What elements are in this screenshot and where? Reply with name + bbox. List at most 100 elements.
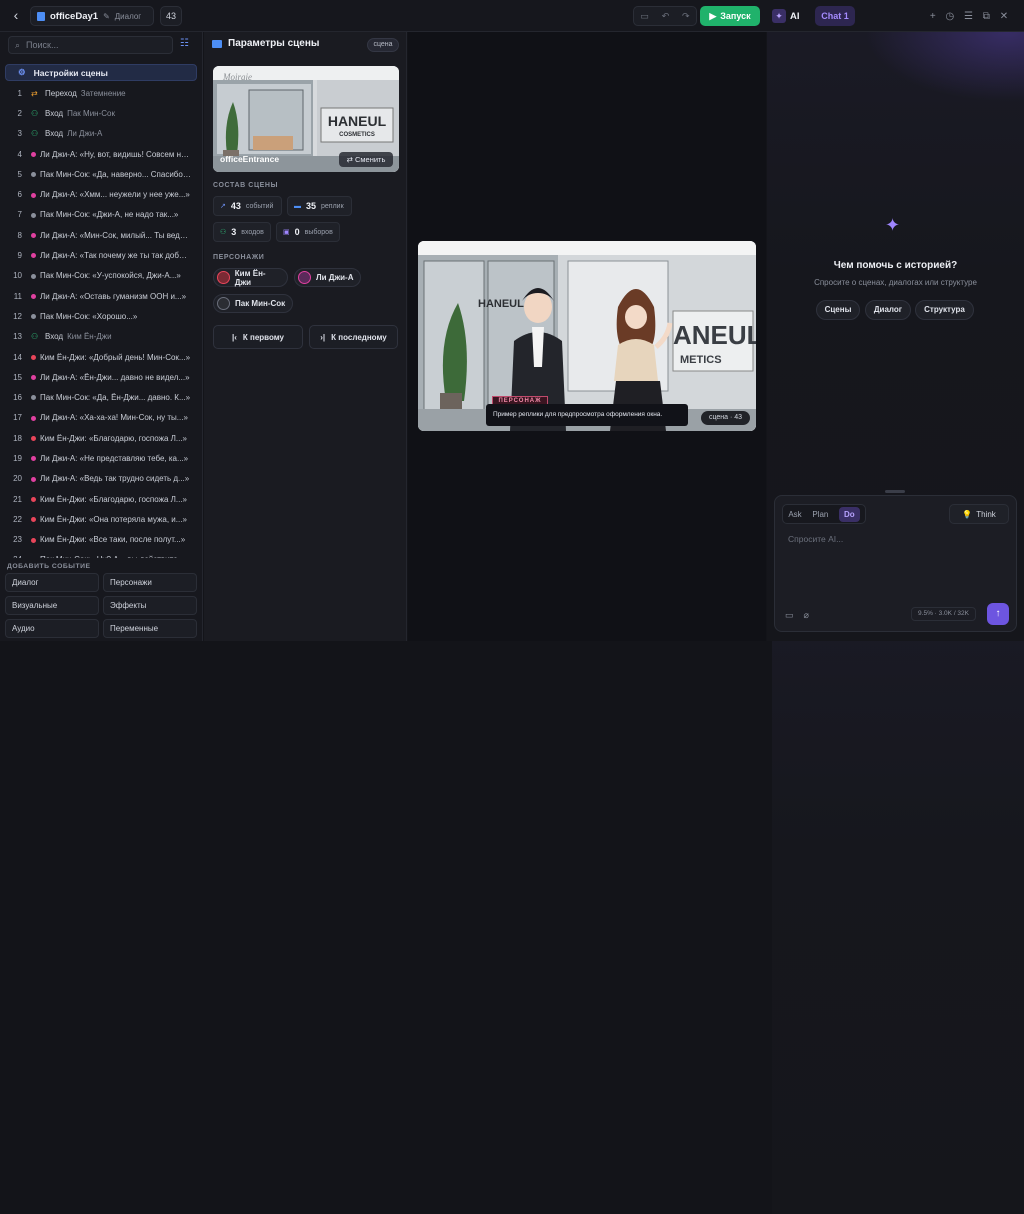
run-button[interactable]: ▶ Запуск <box>700 6 760 26</box>
resize-handle[interactable] <box>885 490 905 493</box>
event-row[interactable]: 16Пак Мин-Сок: «Да, Ён-Джи... давно. К..… <box>0 387 203 407</box>
redo-icon[interactable]: ↷ <box>682 11 690 22</box>
event-row[interactable]: 8Ли Джи-А: «Мин-Сок, милый... Ты ведь...… <box>0 225 203 245</box>
scene-settings-item[interactable]: ⚙ Настройки сцены <box>5 64 197 81</box>
event-main-text: Ли Джи-А: «Ён-Джи... давно не видел...» <box>40 373 190 382</box>
speaker-dot-icon <box>31 213 36 218</box>
preview-stage[interactable]: HANEUL ANEUL METICS ПЕРСОНАЖ Пример репл… <box>418 241 756 431</box>
close-icon[interactable]: ✕ <box>1000 11 1008 22</box>
play-icon: ▶ <box>709 11 716 22</box>
event-row[interactable]: 12Пак Мин-Сок: «Хорошо...» <box>0 306 203 326</box>
event-text: Ли Джи-А: «Ён-Джи... давно не видел...» <box>31 373 191 382</box>
event-row[interactable]: 9Ли Джи-А: «Так почему же ты так добр...… <box>0 245 203 265</box>
event-row[interactable]: 3⚇ВходЛи Джи-А <box>0 124 203 144</box>
speaker-dot-icon <box>31 436 36 441</box>
suggestion-dialog[interactable]: Диалог <box>865 300 911 320</box>
mode-do[interactable]: Do <box>839 507 860 522</box>
event-number: 11 <box>0 292 22 301</box>
scene-title-pill[interactable]: officeDay1 ✎ Диалог <box>30 6 154 26</box>
event-main-text: Вход <box>45 129 63 138</box>
add-effects-button[interactable]: ✧Эффекты <box>103 596 197 615</box>
event-row[interactable]: 1⇄ПереходЗатемнение <box>0 83 203 103</box>
svg-text:ANEUL: ANEUL <box>673 320 756 350</box>
popout-icon[interactable]: ⧉ <box>983 11 990 22</box>
send-button[interactable]: ↑ <box>987 603 1009 625</box>
ai-label: AI <box>790 11 800 22</box>
history-tools: ▭ ↶ ↷ <box>633 6 697 26</box>
event-row[interactable]: 7Пак Мин-Сок: «Джи-А, не надо так...» <box>0 205 203 225</box>
back-icon[interactable]: ‹ <box>8 8 24 24</box>
mode-ask[interactable]: Ask <box>788 510 801 519</box>
prompt-input[interactable]: Спросите AI... <box>788 534 843 544</box>
speaker-dot-icon <box>31 294 36 299</box>
edit-icon[interactable]: ✎ <box>103 12 110 21</box>
event-number: 20 <box>0 474 22 483</box>
event-row[interactable]: 10Пак Мин-Сок: «У-успокойся, Джи-А...» <box>0 266 203 286</box>
add-characters-button[interactable]: ⚇Персонажи <box>103 573 197 592</box>
svg-text:COSMETICS: COSMETICS <box>339 132 375 138</box>
event-row[interactable]: 20Ли Джи-А: «Ведь так трудно сидеть д...… <box>0 469 203 489</box>
choices-icon: ▣ <box>283 228 290 236</box>
attach-icon[interactable]: ⌀ <box>804 610 809 621</box>
stat-lines-value: 35 <box>306 201 316 211</box>
change-background-button[interactable]: ⇄ Сменить <box>339 152 393 167</box>
go-last-button[interactable]: ›|К последному <box>309 325 398 349</box>
panel-title: Параметры сцены <box>228 38 319 49</box>
event-number: 13 <box>0 332 22 341</box>
history-icon[interactable]: ◷ <box>946 11 955 22</box>
event-row[interactable]: 19Ли Джи-А: «Не представляю тебе, ка...» <box>0 448 203 468</box>
event-number: 8 <box>0 231 22 240</box>
undo-icon[interactable]: ↶ <box>662 11 670 22</box>
event-row[interactable]: 5Пак Мин-Сок: «Да, наверно... Спасибо...… <box>0 164 203 184</box>
think-toggle[interactable]: 💡Think <box>949 504 1009 524</box>
character-chip-kim[interactable]: Ким Ён-Джи <box>213 268 288 287</box>
suggestion-scenes[interactable]: Сцены <box>816 300 860 320</box>
add-variables-button[interactable]: ‹›Переменные <box>103 619 197 638</box>
event-row[interactable]: 2⚇ВходПак Мин-Сок <box>0 103 203 123</box>
filter-icon[interactable]: ☷ <box>180 38 189 49</box>
settings-sliders-icon[interactable]: ☰ <box>964 11 973 22</box>
event-main-text: Ким Ён-Джи: «Благодарю, госпожа Л...» <box>40 495 187 504</box>
ai-tab[interactable]: ✦ AI <box>772 6 808 26</box>
character-chip-pak[interactable]: Пак Мин-Сок <box>213 294 293 313</box>
add-audio-button[interactable]: ◀)Аудио <box>5 619 99 638</box>
panel-header: Параметры сцены <box>212 38 319 49</box>
search-input[interactable]: ⌕ Поиск... <box>8 36 173 54</box>
go-first-button[interactable]: |‹К первому <box>213 325 303 349</box>
chat-tab[interactable]: Chat 1 <box>815 6 855 26</box>
preview-icon[interactable]: ▭ <box>640 11 649 22</box>
screen-icon[interactable]: ▭ <box>785 610 794 621</box>
ai-heading: Чем помочь с историей? <box>767 260 1024 271</box>
event-row[interactable]: 15Ли Джи-А: «Ён-Джи... давно не видел...… <box>0 367 203 387</box>
event-row[interactable]: 23Ким Ён-Джи: «Все таки, после полут...» <box>0 530 203 550</box>
speaker-dot-icon <box>31 233 36 238</box>
background-thumbnail[interactable]: HANEUL COSMETICS Moiraie officeEntrance … <box>213 66 399 172</box>
enter-icon: ⚇ <box>31 129 41 138</box>
event-text: Пак Мин-Сок: «Хорошо...» <box>31 312 191 321</box>
event-row[interactable]: 21Ким Ён-Джи: «Благодарю, госпожа Л...» <box>0 489 203 509</box>
event-row[interactable]: 17Ли Джи-А: «Ха-ха-ха! Мин-Сок, ну ты...… <box>0 408 203 428</box>
event-row[interactable]: 11 Ли Джи-А: «Оставь гуманизм ООН и...» <box>0 286 203 306</box>
svg-text:Moiraie: Moiraie <box>222 72 252 82</box>
add-icon[interactable]: + <box>930 11 936 22</box>
event-row[interactable]: 18Ким Ён-Джи: «Благодарю, госпожа Л...» <box>0 428 203 448</box>
event-row[interactable]: 14Ким Ён-Джи: «Добрый день! Мин-Сок...» <box>0 347 203 367</box>
add-dialog-button[interactable]: ▤Диалог <box>5 573 99 592</box>
event-row[interactable]: 4Ли Джи-А: «Ну, вот, видишь! Совсем не с… <box>0 144 203 164</box>
event-text: Ким Ён-Джи: «Все таки, после полут...» <box>31 535 191 544</box>
event-text: ⚇ВходКим Ён-Джи <box>31 332 191 341</box>
character-chip-li[interactable]: Ли Джи-А <box>294 268 361 287</box>
event-number: 10 <box>0 271 22 280</box>
sparkle-icon: ✦ <box>885 215 900 236</box>
suggestion-structure[interactable]: Структура <box>915 300 974 320</box>
change-label: Сменить <box>355 155 385 164</box>
add-visuals-button[interactable]: ◉Визуальные <box>5 596 99 615</box>
mode-plan[interactable]: Plan <box>812 510 828 519</box>
event-row[interactable]: 13 ⚇ВходКим Ён-Джи <box>0 327 203 347</box>
event-row[interactable]: 6Ли Джи-А: «Хмм... неужели у нее уже...» <box>0 184 203 204</box>
event-row[interactable]: 24Пак Мин-Сок: «Ну? А ...вы действите...… <box>0 550 203 558</box>
event-text: Пак Мин-Сок: «Ну? А ...вы действите...» <box>31 555 191 558</box>
event-main-text: Ли Джи-А: «Оставь гуманизм ООН и...» <box>40 292 186 301</box>
event-number: 2 <box>0 109 22 118</box>
event-row[interactable]: 22Ким Ён-Джи: «Она потеряла мужа, и...» <box>0 509 203 529</box>
